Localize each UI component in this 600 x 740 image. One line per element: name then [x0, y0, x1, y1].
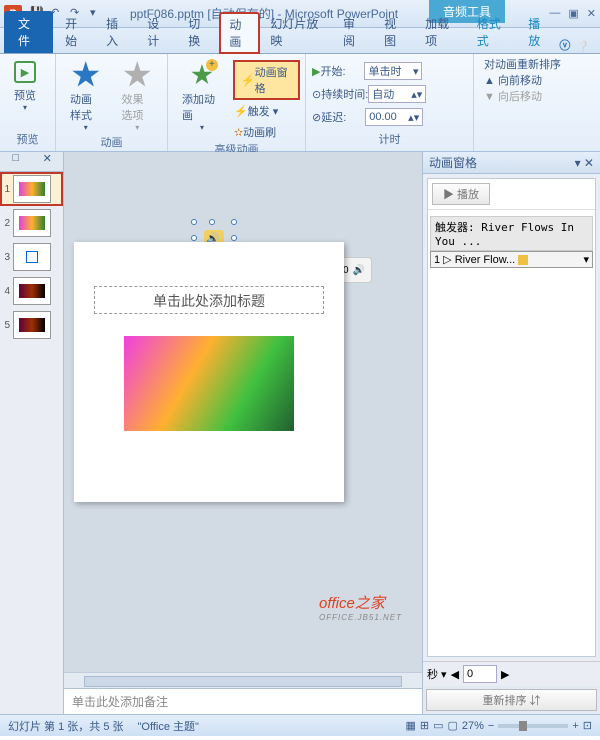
group-timing: 计时 — [312, 131, 467, 149]
group-preview: 预览 — [6, 131, 49, 149]
sec-unit[interactable]: 秒 ▾ — [427, 666, 447, 682]
anim-pane-menu-icon[interactable]: ▾ ✕ — [575, 156, 594, 170]
ribbon: ▶预览▾ 预览 动画样式▾ 效果选项▾ 动画 添加动画▾ ⚡动画窗格 ⚡ 触发 … — [0, 54, 600, 152]
slide-counter: 幻灯片 第 1 张，共 5 张 — [8, 718, 124, 734]
tab-start[interactable]: 开始 — [55, 11, 96, 53]
maximize-icon[interactable]: ▣ — [568, 7, 578, 20]
thumb-3[interactable]: 3 — [0, 240, 63, 274]
sorter-view-icon[interactable]: ⊞ — [420, 719, 429, 732]
add-animation-button[interactable]: 添加动画▾ — [174, 59, 230, 134]
preview-button[interactable]: ▶预览▾ — [6, 59, 44, 114]
slideshow-view-icon[interactable]: ▢ — [447, 719, 457, 732]
move-forward-button[interactable]: ▲ 向前移动 — [480, 72, 594, 88]
duration-spin[interactable]: 自动▴▾ — [368, 85, 426, 103]
timeline-prev-icon[interactable]: ◀ — [451, 668, 459, 681]
tab-format[interactable]: 格式式 — [467, 11, 519, 53]
anim-pane-title: 动画窗格 — [429, 154, 477, 171]
notes-placeholder[interactable]: 单击此处添加备注 — [64, 688, 422, 714]
effect-options-button: 效果选项▾ — [114, 59, 162, 134]
tab-slideshow[interactable]: 幻灯片放映 — [260, 11, 333, 53]
duration-label: 持续时间: — [321, 86, 368, 102]
timeline-pos[interactable]: 0 — [463, 665, 497, 683]
workspace: □✕ 1 2 3 4 5 ⏮ ⏭ 00:00.00 🔊 单 — [0, 152, 600, 714]
start-label: 开始: — [320, 63, 364, 79]
slide-canvas[interactable]: ⏮ ⏭ 00:00.00 🔊 单击此处添加标题 office之家OFFICE.J… — [64, 152, 422, 672]
zoom-in-icon[interactable]: + — [572, 720, 578, 732]
trigger-group[interactable]: 触发器: River Flows In You ... — [430, 216, 593, 251]
trigger-button[interactable]: ⚡ 触发 ▾ — [234, 102, 299, 120]
anim-painter-button[interactable]: ✫ 动画刷 — [234, 123, 299, 141]
tab-animation[interactable]: 动画 — [219, 12, 260, 54]
outline-tab-icon[interactable]: □ — [0, 152, 32, 171]
tab-transition[interactable]: 切换 — [178, 11, 219, 53]
thumb-5[interactable]: 5 — [0, 308, 63, 342]
fit-icon[interactable]: ⊡ — [583, 719, 592, 732]
help-icon[interactable]: ❔ — [576, 40, 590, 53]
watermark: office之家OFFICE.JB51.NET — [319, 592, 402, 622]
title-placeholder[interactable]: 单击此处添加标题 — [94, 286, 324, 314]
tab-design[interactable]: 设计 — [137, 11, 178, 53]
delay-spin[interactable]: 00.00▴▾ — [365, 108, 423, 126]
zoom-out-icon[interactable]: − — [488, 720, 494, 732]
thumb-close-icon[interactable]: ✕ — [32, 152, 64, 171]
tab-broadcast[interactable]: 播放 — [518, 11, 559, 53]
volume-icon[interactable]: 🔊 — [353, 265, 365, 276]
ribbon-tabs: 文件 开始 插入 设计 切换 动画 幻灯片放映 审阅 视图 加载项 格式式 播放… — [0, 28, 600, 54]
slide-body[interactable]: 单击此处添加标题 — [74, 242, 344, 502]
zoom-value[interactable]: 27% — [462, 720, 484, 732]
tab-file[interactable]: 文件 — [4, 11, 53, 53]
move-backward-button: ▼ 向后移动 — [480, 88, 594, 104]
thumb-1[interactable]: 1 — [0, 172, 63, 206]
zoom-slider[interactable] — [498, 724, 568, 728]
thumb-4[interactable]: 4 — [0, 274, 63, 308]
animation-pane: 动画窗格 ▾ ✕ ▶ 播放 触发器: River Flows In You ...… — [422, 152, 600, 714]
start-combo[interactable]: 单击时▾ — [364, 62, 422, 80]
tab-addins[interactable]: 加载项 — [415, 11, 467, 53]
pane-play-button[interactable]: ▶ 播放 — [432, 183, 490, 205]
timeline-bar-icon — [518, 255, 528, 265]
slide-area: ⏮ ⏭ 00:00.00 🔊 单击此处添加标题 office之家OFFICE.J… — [64, 152, 422, 714]
anim-item-1[interactable]: 1 ▷ River Flow...▾ — [430, 251, 593, 268]
collapse-ribbon-icon[interactable]: ⓥ — [559, 37, 570, 53]
tab-review[interactable]: 审阅 — [333, 11, 374, 53]
reading-view-icon[interactable]: ▭ — [433, 719, 443, 732]
h-scrollbar[interactable] — [64, 672, 422, 688]
content-image[interactable] — [124, 336, 294, 431]
theme-name: "Office 主题" — [138, 718, 199, 734]
delay-label: 延迟: — [321, 109, 365, 125]
animation-pane-button[interactable]: ⚡动画窗格 — [234, 61, 299, 99]
tab-view[interactable]: 视图 — [374, 11, 415, 53]
reorder-title: 对动画重新排序 — [480, 56, 594, 72]
normal-view-icon[interactable]: ▦ — [405, 719, 415, 732]
thumbnail-panel: □✕ 1 2 3 4 5 — [0, 152, 64, 714]
timeline-next-icon[interactable]: ▶ — [501, 668, 509, 681]
status-bar: 幻灯片 第 1 张，共 5 张 "Office 主题" ▦ ⊞ ▭ ▢ 27% … — [0, 714, 600, 736]
thumb-2[interactable]: 2 — [0, 206, 63, 240]
close-icon[interactable]: ✕ — [587, 7, 596, 20]
pane-reorder-button[interactable]: 重新排序 ⇵ — [426, 689, 597, 711]
tab-insert[interactable]: 插入 — [96, 11, 137, 53]
group-anim: 动画 — [62, 134, 161, 152]
anim-styles-button[interactable]: 动画样式▾ — [62, 59, 110, 134]
